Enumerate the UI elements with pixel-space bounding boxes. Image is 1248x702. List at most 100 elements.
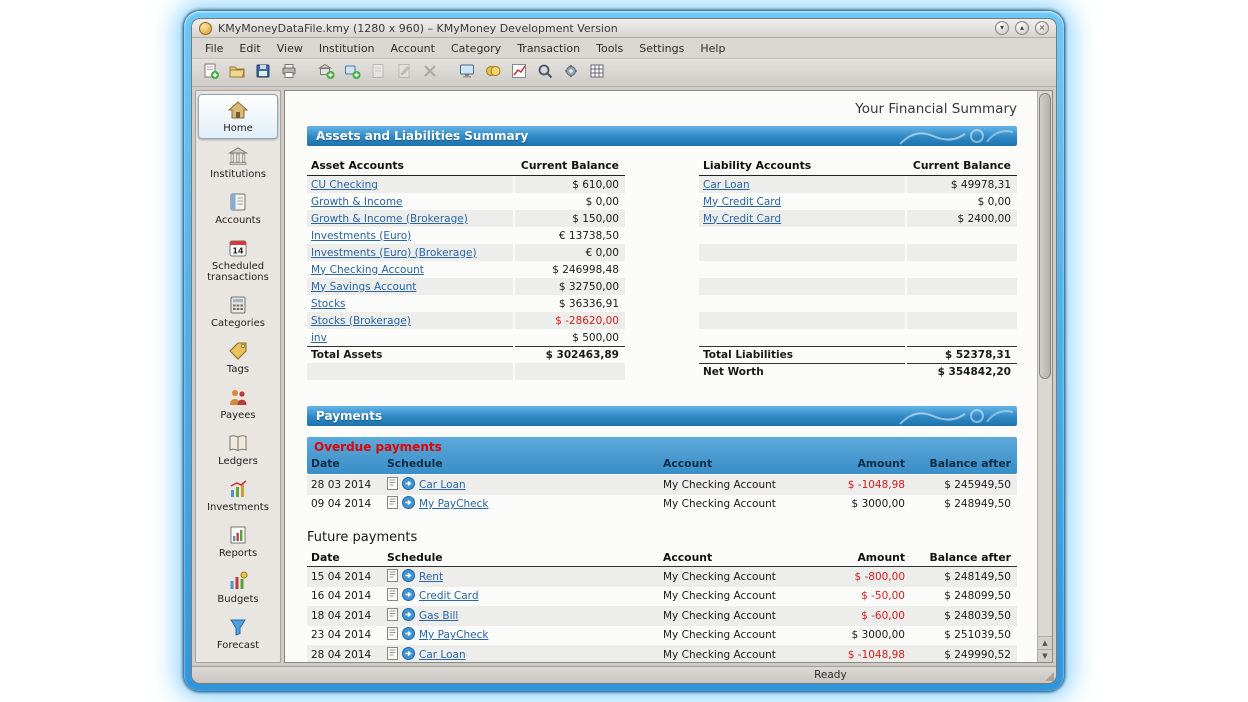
edit-schedule-icon[interactable]: [387, 569, 398, 585]
menu-item[interactable]: Help: [692, 40, 733, 57]
delete-button[interactable]: [418, 61, 442, 85]
enter-schedule-icon[interactable]: [402, 569, 415, 585]
new-institution-button[interactable]: [314, 61, 338, 85]
enter-schedule-icon[interactable]: [402, 588, 415, 604]
sidebar-item-institutions[interactable]: Institutions: [198, 140, 278, 185]
sidebar-item-investments[interactable]: Investments: [198, 473, 278, 518]
payment-account: My Checking Account: [659, 571, 809, 583]
edit-schedule-icon[interactable]: [387, 627, 398, 643]
vertical-scrollbar[interactable]: ▲ ▼: [1037, 91, 1052, 662]
calculator-button[interactable]: [559, 61, 583, 85]
sidebar-item-accounts[interactable]: Accounts: [198, 186, 278, 231]
liability-balance: $ 0,00: [907, 193, 1017, 210]
reports-view-button[interactable]: [507, 61, 531, 85]
menu-item[interactable]: Settings: [631, 40, 692, 57]
menu-item[interactable]: File: [197, 40, 231, 57]
payments-section-title: Payments: [316, 409, 382, 423]
edit-button[interactable]: [392, 61, 416, 85]
menu-item[interactable]: Account: [383, 40, 443, 57]
payments-section-header: Payments: [307, 406, 1017, 426]
sidebar-item-reports[interactable]: Reports: [198, 519, 278, 564]
edit-schedule-icon[interactable]: [387, 608, 398, 624]
payment-account: My Checking Account: [659, 479, 809, 491]
sidebar-item-ledgers[interactable]: Ledgers: [198, 427, 278, 472]
title-bar[interactable]: KMyMoneyDataFile.kmy (1280 x 960) – KMyM…: [192, 19, 1056, 38]
status-bar: Ready: [192, 666, 1056, 683]
payment-amount: $ -50,00: [809, 590, 911, 602]
asset-account-link[interactable]: Investments (Euro) (Brokerage): [311, 247, 477, 259]
menu-item[interactable]: View: [269, 40, 311, 57]
asset-account-link[interactable]: inv: [311, 332, 327, 344]
save-button[interactable]: [251, 61, 275, 85]
asset-account-link[interactable]: Stocks (Brokerage): [311, 315, 411, 327]
open-file-button[interactable]: [225, 61, 249, 85]
asset-balance: $ 150,00: [515, 210, 625, 227]
new-schedule-button[interactable]: [366, 61, 390, 85]
schedule-link[interactable]: My PayCheck: [419, 498, 488, 510]
schedule-link[interactable]: Credit Card: [419, 590, 478, 602]
liability-account-link[interactable]: My Credit Card: [703, 213, 781, 225]
menu-item[interactable]: Transaction: [509, 40, 588, 57]
edit-schedule-icon[interactable]: [387, 477, 398, 493]
menu-item[interactable]: Edit: [231, 40, 268, 57]
liability-account-link[interactable]: Car Loan: [703, 179, 750, 191]
sidebar-item-tags[interactable]: Tags: [198, 335, 278, 380]
sidebar-item-categories[interactable]: Categories: [198, 289, 278, 334]
new-file-button[interactable]: [199, 61, 223, 85]
close-button[interactable]: ×: [1035, 21, 1049, 35]
accounts-table-button[interactable]: [585, 61, 609, 85]
enter-schedule-icon[interactable]: [402, 608, 415, 624]
schedule-link[interactable]: Car Loan: [419, 649, 466, 661]
scrollbar-thumb[interactable]: [1039, 93, 1051, 379]
ledgers-view-button[interactable]: [455, 61, 479, 85]
sidebar-item-payees[interactable]: Payees: [198, 381, 278, 426]
home-icon: [226, 98, 250, 122]
liability-account-link[interactable]: My Credit Card: [703, 196, 781, 208]
asset-account-link[interactable]: Stocks: [311, 298, 346, 310]
payment-date: 18 04 2014: [307, 610, 383, 622]
totals-row: Total Assets $ 302463,89 Total Liabiliti…: [307, 346, 1017, 363]
maximize-button[interactable]: ▴: [1015, 21, 1029, 35]
schedule-link[interactable]: Car Loan: [419, 479, 466, 491]
asset-account-link[interactable]: Growth & Income (Brokerage): [311, 213, 468, 225]
payees-icon: [226, 385, 250, 409]
edit-schedule-icon[interactable]: [387, 496, 398, 512]
menu-item[interactable]: Institution: [311, 40, 383, 57]
edit-schedule-icon[interactable]: [387, 647, 398, 662]
schedule-link[interactable]: Gas Bill: [419, 610, 458, 622]
enter-schedule-icon[interactable]: [402, 477, 415, 493]
sidebar-item-home[interactable]: Home: [198, 94, 278, 139]
scroll-up-button[interactable]: ▲: [1038, 636, 1052, 649]
resize-grip[interactable]: [1045, 672, 1054, 681]
find-transaction-button[interactable]: [533, 61, 557, 85]
sidebar-item-scheduled-transactions[interactable]: 14 Scheduled transactions: [198, 232, 278, 288]
menu-item[interactable]: Category: [443, 40, 509, 57]
edit-schedule-icon[interactable]: [387, 588, 398, 604]
enter-schedule-icon[interactable]: [402, 627, 415, 643]
sidebar-item-forecast[interactable]: Forecast: [198, 611, 278, 656]
asset-account-link[interactable]: Investments (Euro): [311, 230, 411, 242]
sidebar-item-budgets[interactable]: Budgets: [198, 565, 278, 610]
liability-balance: $ 2400,00: [907, 210, 1017, 227]
print-button[interactable]: [277, 61, 301, 85]
scroll-down-button[interactable]: ▼: [1038, 649, 1052, 662]
enter-schedule-icon[interactable]: [402, 496, 415, 512]
payment-date: 28 03 2014: [307, 479, 383, 491]
schedule-link[interactable]: Rent: [419, 571, 443, 583]
schedule-link[interactable]: My PayCheck: [419, 629, 488, 641]
asset-account-link[interactable]: My Checking Account: [311, 264, 424, 276]
new-account-button[interactable]: [340, 61, 364, 85]
payment-amount: $ -800,00: [809, 571, 911, 583]
asset-account-link[interactable]: My Savings Account: [311, 281, 416, 293]
asset-account-link[interactable]: Growth & Income: [311, 196, 403, 208]
payment-account: My Checking Account: [659, 590, 809, 602]
sidebar-item-outbox[interactable]: Outbox: [198, 657, 278, 663]
liability-balance: [907, 244, 1017, 261]
menu-item[interactable]: Tools: [588, 40, 631, 57]
asset-balance: $ 246998,48: [515, 261, 625, 278]
account-column-header: Account: [659, 550, 809, 567]
payees-view-button[interactable]: [481, 61, 505, 85]
minimize-button[interactable]: ▾: [995, 21, 1009, 35]
enter-schedule-icon[interactable]: [402, 647, 415, 662]
asset-account-link[interactable]: CU Checking: [311, 179, 378, 191]
